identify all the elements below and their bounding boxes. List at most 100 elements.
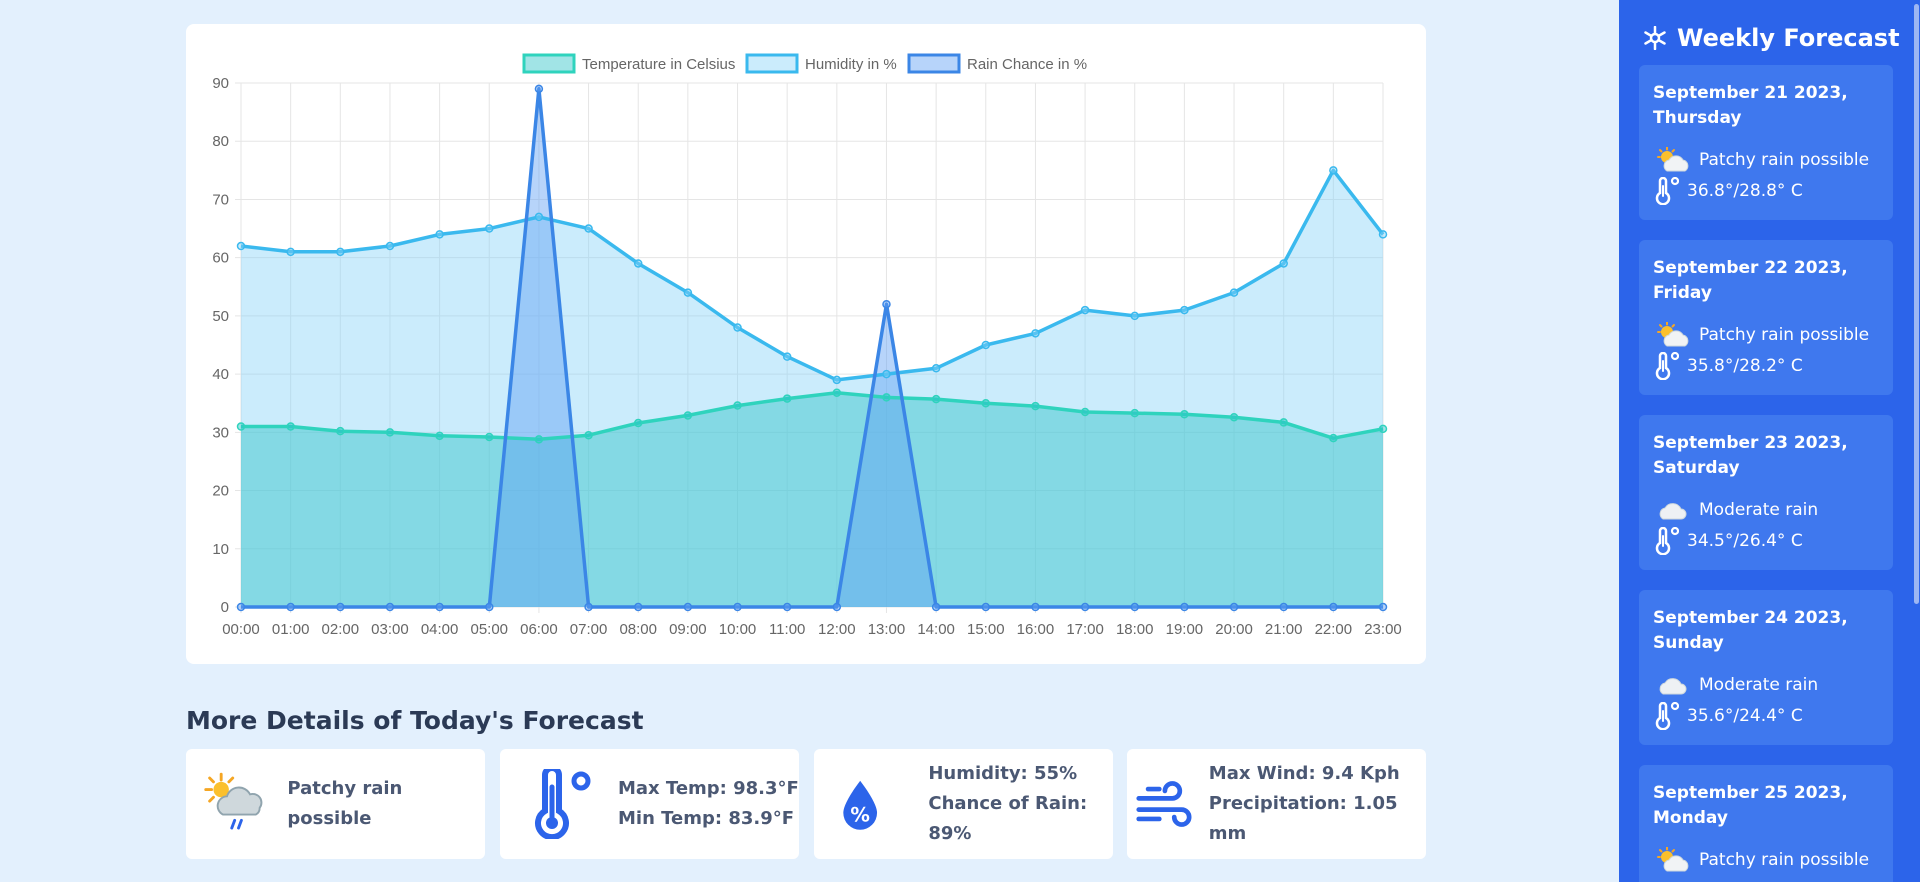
day-date: September 24 2023, Sunday: [1653, 608, 1848, 653]
temperature-in-celsius-point[interactable]: [485, 432, 494, 442]
rain-chance-in-point[interactable]: [236, 602, 246, 612]
rain-chance-in-point[interactable]: [832, 602, 842, 612]
x-tick-label: 19:00: [1166, 621, 1204, 638]
temperature-in-celsius-point[interactable]: [633, 418, 643, 428]
condition-card: Patchy rain possible: [186, 749, 485, 859]
humidity-in-point[interactable]: [1031, 329, 1040, 338]
thermometer-icon: [1655, 352, 1679, 380]
humidity-in-point[interactable]: [435, 230, 444, 239]
sidebar-scrollbar[interactable]: [1912, 0, 1920, 882]
humidity-in-legend-swatch[interactable]: [745, 53, 799, 74]
temperature-in-celsius-point[interactable]: [1279, 418, 1288, 427]
humidity-in-point[interactable]: [584, 224, 593, 233]
temperature-in-celsius-point[interactable]: [435, 431, 444, 441]
day-temperature: 35.6°/24.4° C: [1655, 702, 1803, 730]
rain-chance-in-point[interactable]: [1180, 602, 1189, 612]
rain-chance-in-point[interactable]: [882, 299, 891, 309]
rain-chance-in-point[interactable]: [534, 84, 544, 94]
temperature-in-celsius-point[interactable]: [1031, 401, 1040, 411]
humidity-in-point[interactable]: [1080, 305, 1090, 315]
temperature-in-celsius-point[interactable]: [1130, 408, 1139, 418]
temperature-in-celsius-legend-swatch[interactable]: [522, 53, 576, 74]
humidity-in-legend-label[interactable]: Humidity in %: [805, 56, 897, 73]
rain-chance-in-point[interactable]: [336, 602, 345, 612]
humidity-in-point[interactable]: [1229, 288, 1239, 297]
temperature-in-celsius-point[interactable]: [286, 422, 295, 431]
day-card[interactable]: September 21 2023, Thursday Patchy rain p…: [1639, 65, 1893, 220]
rain-chance-in-point[interactable]: [1031, 602, 1040, 612]
temperature-in-celsius-point[interactable]: [1180, 410, 1189, 419]
temperature-in-celsius-point[interactable]: [733, 401, 742, 410]
humidity-in-point[interactable]: [1180, 305, 1189, 315]
humidity-in-point[interactable]: [286, 247, 295, 257]
temperature-in-celsius-point[interactable]: [1080, 407, 1090, 417]
rain-chance-in-point[interactable]: [385, 602, 395, 612]
temperature-in-celsius-point[interactable]: [534, 435, 544, 444]
rain-chance-in-point[interactable]: [683, 602, 693, 612]
humidity-in-point[interactable]: [1279, 259, 1288, 268]
humidity-in-point[interactable]: [1329, 166, 1338, 175]
rain-chance-in-point[interactable]: [286, 602, 295, 612]
temperature-in-celsius-point[interactable]: [385, 428, 395, 437]
temperature-in-celsius-point[interactable]: [1229, 412, 1239, 422]
temperature-in-celsius-point[interactable]: [336, 426, 345, 436]
x-tick-label: 22:00: [1315, 621, 1353, 638]
rain-chance-in-point[interactable]: [981, 602, 991, 612]
humidity-in-point[interactable]: [832, 375, 842, 385]
day-card[interactable]: September 24 2023, Sunday Moderate rain 35…: [1639, 590, 1893, 745]
humidity-in-point[interactable]: [1378, 230, 1388, 239]
x-tick-label: 13:00: [868, 621, 906, 638]
humidity-in-point[interactable]: [782, 352, 792, 361]
humidity-in-point[interactable]: [236, 241, 246, 251]
rain-chance-in-point[interactable]: [1130, 602, 1139, 612]
thermometer-icon: [535, 769, 591, 839]
day-condition-text: Patchy rain possible: [1699, 325, 1870, 345]
humidity-in-point[interactable]: [683, 288, 693, 297]
rain-chance-in-point[interactable]: [782, 602, 792, 612]
rain-chance-in-point[interactable]: [931, 602, 941, 612]
humidity-in-point[interactable]: [633, 259, 643, 268]
x-tick-label: 21:00: [1265, 621, 1303, 638]
temperature-in-celsius-legend-label[interactable]: Temperature in Celsius: [582, 56, 735, 73]
cloud-icon: [1659, 503, 1687, 520]
y-tick-label: 90: [212, 75, 229, 92]
rain-chance-in-point[interactable]: [733, 602, 742, 612]
temperature-in-celsius-point[interactable]: [882, 393, 891, 402]
thermometer-icon: [1655, 702, 1679, 730]
humidity-in-point[interactable]: [1130, 311, 1139, 321]
day-card[interactable]: September 22 2023, Friday Patchy rain pos…: [1639, 240, 1893, 395]
temperature-in-celsius-point[interactable]: [683, 411, 693, 420]
rain-chance-in-point[interactable]: [1279, 602, 1288, 612]
scrollbar-thumb[interactable]: [1914, 4, 1919, 604]
temperature-in-celsius-point[interactable]: [584, 430, 593, 440]
rain-chance-in-point[interactable]: [1080, 602, 1090, 612]
temperature-in-celsius-point[interactable]: [931, 394, 941, 404]
humidity-in-point[interactable]: [485, 224, 494, 233]
day-card[interactable]: September 25 2023, Monday Patchy rain pos…: [1639, 765, 1893, 882]
temperature-in-celsius-point[interactable]: [1329, 433, 1338, 443]
rain-chance-in-point[interactable]: [633, 602, 643, 612]
x-tick-label: 11:00: [769, 621, 805, 638]
rain-chance-in-point[interactable]: [584, 602, 593, 612]
rain-chance-in-point[interactable]: [485, 602, 494, 612]
humidity-in-point[interactable]: [981, 340, 991, 350]
rain-chance-in-legend-label[interactable]: Rain Chance in %: [967, 56, 1087, 73]
temperature-in-celsius-point[interactable]: [1378, 424, 1388, 434]
rain-chance-in-legend-swatch[interactable]: [907, 53, 961, 74]
temperature-in-celsius-point[interactable]: [236, 422, 246, 431]
temperature-in-celsius-point[interactable]: [832, 388, 842, 397]
temperature-in-celsius-point[interactable]: [782, 394, 792, 403]
rain-chance-in-point[interactable]: [1378, 602, 1388, 612]
humidity-in-point[interactable]: [534, 212, 544, 222]
rain-chance-in-point[interactable]: [1229, 602, 1239, 612]
day-condition: Moderate rain: [1655, 672, 1818, 698]
day-card[interactable]: September 23 2023, Saturday Moderate rain…: [1639, 415, 1893, 570]
rain-chance-in-point[interactable]: [435, 602, 444, 612]
humidity-in-point[interactable]: [385, 241, 395, 251]
temperature-in-celsius-point[interactable]: [981, 398, 991, 408]
humidity-in-point[interactable]: [882, 369, 891, 379]
rain-chance-in-point[interactable]: [1329, 602, 1338, 612]
humidity-in-point[interactable]: [733, 323, 742, 332]
humidity-in-point[interactable]: [336, 247, 345, 257]
humidity-in-point[interactable]: [931, 364, 941, 373]
